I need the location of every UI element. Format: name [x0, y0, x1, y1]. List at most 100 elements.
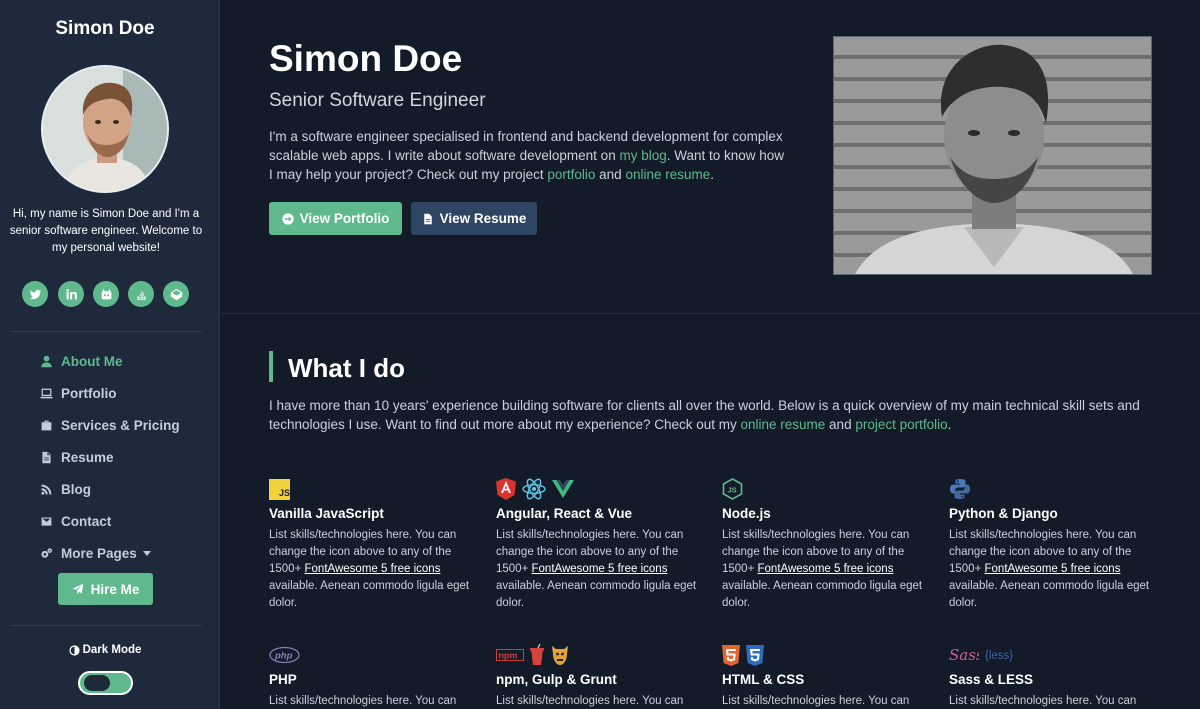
php-icon: php	[269, 646, 300, 664]
dark-mode-label-row: Dark Mode	[0, 644, 210, 656]
vue-icon	[552, 480, 574, 498]
dark-mode-toggle[interactable]	[78, 671, 133, 695]
desc-text: available. Aenean commodo ligula eget do…	[269, 580, 470, 609]
view-portfolio-label: View Portfolio	[299, 211, 390, 226]
nav-label: Resume	[61, 449, 114, 465]
nodejs-icon: JS	[722, 478, 743, 500]
hero-name: Simon Doe	[269, 38, 463, 79]
skill-desc: List skills/technologies here. You can	[722, 695, 910, 707]
javascript-icon: JS	[269, 478, 290, 500]
nav-label: Portfolio	[61, 385, 117, 401]
section-divider	[221, 313, 1200, 314]
paper-plane-icon	[72, 583, 83, 595]
react-icon	[522, 478, 546, 500]
skill-card-frameworks: Angular, React & Vue List skills/technol…	[496, 478, 706, 612]
intro-text: and	[825, 417, 856, 432]
fontawesome-link[interactable]: FontAwesome 5 free icons	[305, 563, 441, 575]
social-links	[22, 281, 192, 307]
fontawesome-link[interactable]: FontAwesome 5 free icons	[985, 563, 1121, 575]
svg-text:JS: JS	[279, 488, 290, 498]
desc-text: available. Aenean commodo ligula eget do…	[722, 580, 923, 609]
blog-link[interactable]: my blog	[619, 148, 666, 163]
portfolio-link[interactable]: portfolio	[547, 167, 595, 182]
nav-item-contact[interactable]: Contact	[38, 510, 111, 532]
desc-text: available. Aenean commodo ligula eget do…	[496, 580, 697, 609]
intro-text: and	[595, 167, 626, 182]
nav-item-portfolio[interactable]: Portfolio	[38, 382, 117, 404]
project-portfolio-link[interactable]: project portfolio	[855, 417, 947, 432]
skill-desc: List skills/technologies here. You can	[949, 695, 1137, 707]
skill-card-sass-less: Sass {less} Sass & LESS List skills/tech…	[949, 644, 1159, 709]
nav-label: Blog	[61, 481, 91, 497]
hire-me-button[interactable]: Hire Me	[58, 573, 153, 605]
skill-desc: List skills/technologies here. You can	[496, 695, 684, 707]
skill-card-build-tools: npm npm, Gulp & Grunt List skills/techno…	[496, 644, 706, 709]
online-resume-link[interactable]: online resume	[741, 417, 826, 432]
github-icon[interactable]	[93, 281, 119, 307]
nav-item-blog[interactable]: Blog	[38, 478, 91, 500]
chevron-down-icon	[142, 550, 151, 556]
skill-title: Angular, React & Vue	[496, 506, 633, 521]
sidebar-name: Simon Doe	[55, 18, 155, 39]
nav-label: About Me	[61, 353, 123, 369]
skill-card-html-css: HTML & CSS List skills/technologies here…	[722, 644, 932, 709]
avatar	[41, 65, 169, 193]
skill-title: npm, Gulp & Grunt	[496, 672, 617, 687]
briefcase-icon	[38, 417, 54, 433]
sidebar-divider	[10, 625, 202, 626]
intro-text: I have more than 10 years' experience bu…	[269, 398, 1140, 432]
css3-icon	[746, 644, 764, 666]
file-icon	[38, 449, 54, 465]
toggle-knob	[84, 675, 110, 691]
skill-card-javascript: JS Vanilla JavaScript List skills/techno…	[269, 478, 479, 612]
nav-item-more-pages[interactable]: More Pages	[38, 542, 151, 564]
linkedin-icon[interactable]	[58, 281, 84, 307]
intro-text: .	[710, 167, 714, 182]
svg-text:Sass: Sass	[949, 646, 979, 664]
skill-desc: List skills/technologies here. You can c…	[496, 527, 706, 612]
fontawesome-link[interactable]: FontAwesome 5 free icons	[532, 563, 668, 575]
codepen-icon[interactable]	[163, 281, 189, 307]
sidebar-divider	[10, 331, 202, 332]
file-alt-icon	[423, 213, 432, 224]
section-intro: I have more than 10 years' experience bu…	[269, 396, 1169, 434]
hero-subtitle: Senior Software Engineer	[269, 90, 486, 111]
cogs-icon	[38, 545, 54, 561]
nav-label: More Pages	[61, 545, 137, 561]
laptop-icon	[38, 385, 54, 401]
grunt-icon	[552, 646, 568, 665]
nav-item-resume[interactable]: Resume	[38, 446, 114, 468]
sidebar: Simon Doe Hi, my name is Simon Doe and I…	[0, 0, 220, 709]
blog-icon	[38, 481, 54, 497]
dark-mode-label: Dark Mode	[82, 644, 142, 656]
intro-text: .	[947, 417, 952, 432]
nav-item-services-pricing[interactable]: Services & Pricing	[38, 414, 180, 436]
skill-title: HTML & CSS	[722, 672, 805, 687]
skill-desc: List skills/technologies here. You can c…	[949, 527, 1159, 612]
less-icon: {less}	[985, 650, 1013, 662]
skill-title: Python & Django	[949, 506, 1058, 521]
skill-title: Sass & LESS	[949, 672, 1034, 687]
desc-text: available. Aenean commodo ligula eget do…	[949, 580, 1150, 609]
skill-desc: List skills/technologies here. You can c…	[269, 527, 479, 612]
resume-link[interactable]: online resume	[625, 167, 710, 182]
npm-icon: npm	[496, 649, 524, 661]
nav-item-about-me[interactable]: About Me	[38, 350, 123, 372]
skill-title: Node.js	[722, 506, 771, 521]
view-resume-label: View Resume	[439, 211, 527, 226]
skill-title: PHP	[269, 672, 297, 687]
section-accent-bar	[269, 351, 273, 382]
python-icon	[950, 479, 970, 499]
view-portfolio-button[interactable]: View Portfolio	[269, 202, 402, 235]
view-resume-button[interactable]: View Resume	[411, 202, 537, 235]
profile-photo	[833, 36, 1152, 275]
svg-text:npm: npm	[499, 651, 518, 661]
svg-text:php: php	[274, 651, 293, 662]
arrow-circle-right-icon	[281, 212, 294, 225]
fontawesome-link[interactable]: FontAwesome 5 free icons	[758, 563, 894, 575]
twitter-icon[interactable]	[22, 281, 48, 307]
skill-desc: List skills/technologies here. You can	[269, 695, 457, 707]
stackoverflow-icon[interactable]	[128, 281, 154, 307]
envelope-icon	[38, 513, 54, 529]
skill-card-nodejs: JS Node.js List skills/technologies here…	[722, 478, 932, 612]
